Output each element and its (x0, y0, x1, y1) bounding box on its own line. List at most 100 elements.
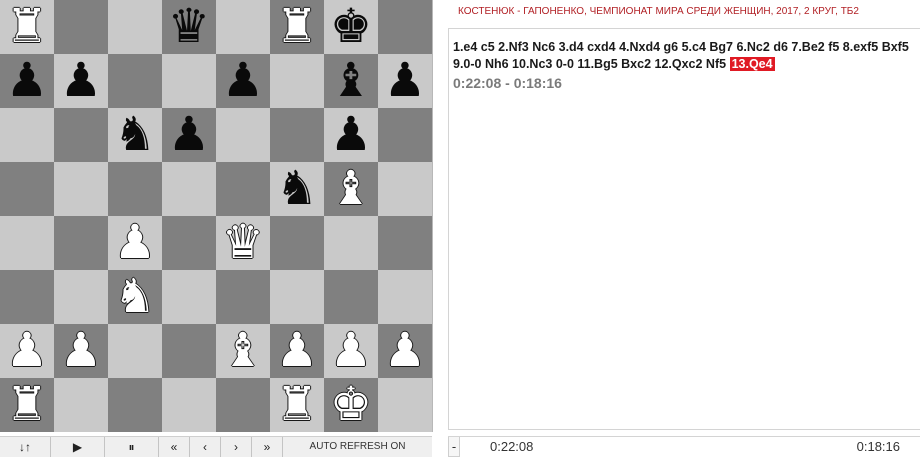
square-d3[interactable] (162, 270, 216, 324)
flip-board-button[interactable]: ↓↑ (0, 437, 51, 457)
black-queen-icon[interactable]: ♛ (162, 0, 216, 54)
white-pawn-icon[interactable]: ♟ (270, 324, 324, 378)
square-b8[interactable] (54, 0, 108, 54)
pause-button[interactable]: ⏸ (105, 437, 159, 457)
previous-move-button[interactable]: ‹ (190, 437, 221, 457)
square-d7[interactable] (162, 54, 216, 108)
square-a1[interactable]: ♜ (0, 378, 54, 432)
black-king-icon[interactable]: ♚ (324, 0, 378, 54)
white-queen-icon[interactable]: ♛ (216, 216, 270, 270)
square-a2[interactable]: ♟ (0, 324, 54, 378)
square-a8[interactable]: ♜ (0, 0, 54, 54)
square-e6[interactable] (216, 108, 270, 162)
square-c8[interactable] (108, 0, 162, 54)
black-bishop-icon[interactable]: ♝ (324, 54, 378, 108)
white-pawn-icon[interactable]: ♟ (54, 324, 108, 378)
square-e2[interactable]: ♝ (216, 324, 270, 378)
black-pawn-icon[interactable]: ♟ (162, 108, 216, 162)
white-pawn-icon[interactable]: ♟ (0, 324, 54, 378)
square-f7[interactable] (270, 54, 324, 108)
black-knight-icon[interactable]: ♞ (270, 162, 324, 216)
white-rook-icon[interactable]: ♜ (0, 378, 54, 432)
white-rook-icon[interactable]: ♜ (270, 378, 324, 432)
white-pawn-icon[interactable]: ♟ (108, 216, 162, 270)
square-d2[interactable] (162, 324, 216, 378)
square-h5[interactable] (378, 162, 432, 216)
white-bishop-icon[interactable]: ♝ (216, 324, 270, 378)
square-b7[interactable]: ♟ (54, 54, 108, 108)
square-e7[interactable]: ♟ (216, 54, 270, 108)
collapse-button[interactable]: - (448, 437, 460, 457)
black-pawn-icon[interactable]: ♟ (378, 54, 432, 108)
next-move-button[interactable]: › (221, 437, 252, 457)
square-e3[interactable] (216, 270, 270, 324)
last-move-button[interactable]: » (252, 437, 283, 457)
square-c3[interactable]: ♞ (108, 270, 162, 324)
white-pawn-icon[interactable]: ♟ (378, 324, 432, 378)
square-f6[interactable] (270, 108, 324, 162)
white-pawn-icon[interactable]: ♟ (324, 324, 378, 378)
white-bishop-icon[interactable]: ♝ (324, 162, 378, 216)
square-a5[interactable] (0, 162, 54, 216)
move-notation[interactable]: 1.e4 c5 2.Nf3 Nc6 3.d4 cxd4 4.Nxd4 g6 5.… (453, 40, 909, 71)
square-c2[interactable] (108, 324, 162, 378)
square-b3[interactable] (54, 270, 108, 324)
square-b1[interactable] (54, 378, 108, 432)
square-c5[interactable] (108, 162, 162, 216)
square-e1[interactable] (216, 378, 270, 432)
current-move[interactable]: 13.Qe4 (729, 57, 775, 71)
square-a4[interactable] (0, 216, 54, 270)
square-e8[interactable] (216, 0, 270, 54)
square-c4[interactable]: ♟ (108, 216, 162, 270)
square-a7[interactable]: ♟ (0, 54, 54, 108)
square-c6[interactable]: ♞ (108, 108, 162, 162)
square-b5[interactable] (54, 162, 108, 216)
square-h2[interactable]: ♟ (378, 324, 432, 378)
square-f5[interactable]: ♞ (270, 162, 324, 216)
square-f2[interactable]: ♟ (270, 324, 324, 378)
black-pawn-icon[interactable]: ♟ (54, 54, 108, 108)
chess-board[interactable]: ♜ ♛ ♜ ♚ ♟ ♟ ♟ ♝ ♟ ♞ ♟ ♟ ♞ ♝ ♟ ♛ ♞ ♟ ♟ ♝ ♟ ♟ ♟ ♜ ♜ ♚ (0, 0, 433, 432)
square-a3[interactable] (0, 270, 54, 324)
auto-refresh-toggle[interactable]: AUTO REFRESH ON (283, 437, 432, 457)
square-b6[interactable] (54, 108, 108, 162)
square-h4[interactable] (378, 216, 432, 270)
square-e4[interactable]: ♛ (216, 216, 270, 270)
square-g8[interactable]: ♚ (324, 0, 378, 54)
square-g7[interactable]: ♝ (324, 54, 378, 108)
square-d1[interactable] (162, 378, 216, 432)
square-c1[interactable] (108, 378, 162, 432)
square-g2[interactable]: ♟ (324, 324, 378, 378)
black-pawn-icon[interactable]: ♟ (324, 108, 378, 162)
white-rook-icon[interactable]: ♜ (270, 0, 324, 54)
square-e5[interactable] (216, 162, 270, 216)
square-b4[interactable] (54, 216, 108, 270)
square-h3[interactable] (378, 270, 432, 324)
play-button[interactable]: ▶ (51, 437, 105, 457)
square-d4[interactable] (162, 216, 216, 270)
black-knight-icon[interactable]: ♞ (108, 108, 162, 162)
white-king-icon[interactable]: ♚ (324, 378, 378, 432)
square-c7[interactable] (108, 54, 162, 108)
black-pawn-icon[interactable]: ♟ (216, 54, 270, 108)
square-h8[interactable] (378, 0, 432, 54)
square-h7[interactable]: ♟ (378, 54, 432, 108)
square-f8[interactable]: ♜ (270, 0, 324, 54)
white-rook-icon[interactable]: ♜ (0, 0, 54, 54)
square-d8[interactable]: ♛ (162, 0, 216, 54)
square-g6[interactable]: ♟ (324, 108, 378, 162)
square-d5[interactable] (162, 162, 216, 216)
square-b2[interactable]: ♟ (54, 324, 108, 378)
square-g4[interactable] (324, 216, 378, 270)
square-h6[interactable] (378, 108, 432, 162)
square-h1[interactable] (378, 378, 432, 432)
square-f3[interactable] (270, 270, 324, 324)
square-a6[interactable] (0, 108, 54, 162)
first-move-button[interactable]: « (159, 437, 190, 457)
square-f4[interactable] (270, 216, 324, 270)
square-g5[interactable]: ♝ (324, 162, 378, 216)
square-g1[interactable]: ♚ (324, 378, 378, 432)
black-pawn-icon[interactable]: ♟ (0, 54, 54, 108)
square-f1[interactable]: ♜ (270, 378, 324, 432)
square-d6[interactable]: ♟ (162, 108, 216, 162)
